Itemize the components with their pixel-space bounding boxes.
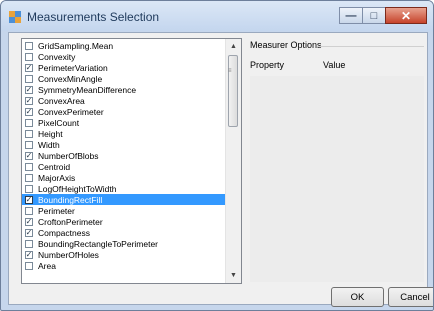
checklist-item[interactable]: BoundingRectangleToPerimeter [22, 238, 226, 249]
window-controls: — □ ✕ [339, 7, 427, 25]
checklist-item[interactable]: ✓ BoundingRectFill [22, 194, 226, 205]
checklist-item[interactable]: Width [22, 139, 226, 150]
checkbox-icon[interactable]: ✓ [25, 107, 33, 116]
checklist-item[interactable]: ✓ ConvexArea [22, 95, 226, 106]
checklist-item-label: ConvexMinAngle [38, 73, 103, 84]
checkbox-icon[interactable]: ✓ [25, 85, 33, 94]
scroll-thumb[interactable] [228, 55, 238, 127]
checklist-item-label: BoundingRectFill [38, 194, 103, 205]
checklist-item-label: MajorAxis [38, 172, 76, 183]
checklist-item[interactable]: Convexity [22, 51, 226, 62]
measurer-options-panel: Measurer Options Property Value [249, 38, 425, 284]
checklist-item-label: ConvexArea [38, 95, 85, 106]
checklist-item-label: NumberOfBlobs [38, 150, 99, 161]
minimize-icon: — [345, 9, 357, 22]
dialog-body: GridSampling.Mean Convexity ✓ PerimeterVari… [8, 32, 433, 307]
checkbox-icon[interactable]: ✓ [25, 151, 33, 160]
checklist-item[interactable]: Perimeter [22, 205, 226, 216]
checklist-scrollbar[interactable]: ▲ ≡ ▼ [225, 39, 241, 283]
ok-button[interactable]: OK [331, 287, 384, 307]
checklist-item[interactable]: ✓ Compactness [22, 227, 226, 238]
checkbox-icon[interactable] [25, 74, 33, 83]
checkbox-icon[interactable]: ✓ [25, 96, 33, 105]
checklist-item-label: CroftonPerimeter [38, 216, 103, 227]
app-icon [9, 11, 21, 23]
scroll-down-icon[interactable]: ▼ [226, 268, 241, 283]
property-column-header: Property [250, 60, 285, 70]
checkbox-icon[interactable] [25, 162, 33, 171]
checklist-item-label: PerimeterVariation [38, 62, 108, 73]
checkbox-icon[interactable] [25, 129, 33, 138]
maximize-icon: □ [370, 9, 378, 22]
checklist-item[interactable]: ✓ NumberOfBlobs [22, 150, 226, 161]
checklist-item-label: LogOfHeightToWidth [38, 183, 117, 194]
checklist-item-label: BoundingRectangleToPerimeter [38, 238, 159, 249]
dialog-window: Measurements Selection — □ ✕ GridSamplin… [0, 0, 434, 311]
checkbox-icon[interactable]: ✓ [25, 250, 33, 259]
checklist-item[interactable]: GridSampling.Mean [22, 40, 226, 51]
options-divider [317, 46, 424, 47]
checklist-item[interactable]: ✓ PerimeterVariation [22, 62, 226, 73]
checklist-item-label: Height [38, 128, 63, 139]
maximize-button[interactable]: □ [362, 7, 386, 24]
checkbox-icon[interactable]: ✓ [25, 63, 33, 72]
checklist-item-label: PixelCount [38, 117, 80, 128]
checklist-item[interactable]: PixelCount [22, 117, 226, 128]
panel-splitter[interactable] [244, 38, 247, 284]
checkbox-icon[interactable] [25, 261, 33, 270]
checklist-item-label: Convexity [38, 51, 76, 62]
checkbox-icon[interactable] [25, 140, 33, 149]
property-grid-header: Property Value [250, 60, 424, 74]
scroll-grip-icon: ≡ [228, 68, 232, 74]
checklist-item[interactable]: MajorAxis [22, 172, 226, 183]
checklist-item-label: NumberOfHoles [38, 249, 99, 260]
checkbox-icon[interactable]: ✓ [25, 228, 33, 237]
checklist-item[interactable]: Height [22, 128, 226, 139]
checkbox-icon[interactable] [25, 173, 33, 182]
close-icon: ✕ [400, 8, 412, 23]
checklist-item[interactable]: Area [22, 260, 226, 271]
checklist-item[interactable]: ✓ SymmetryMeanDifference [22, 84, 226, 95]
checklist-item[interactable]: ✓ ConvexPerimeter [22, 106, 226, 117]
checklist-item[interactable]: ✓ CroftonPerimeter [22, 216, 226, 227]
window-title: Measurements Selection [27, 10, 160, 24]
close-button[interactable]: ✕ [385, 7, 427, 24]
checklist-items: GridSampling.Mean Convexity ✓ PerimeterVari… [22, 40, 226, 271]
checklist-item-label: GridSampling.Mean [38, 40, 114, 51]
checklist-item-label: Compactness [38, 227, 90, 238]
checklist-item[interactable]: ConvexMinAngle [22, 73, 226, 84]
checkbox-icon[interactable]: ✓ [25, 195, 33, 204]
checklist-item-label: Width [38, 139, 60, 150]
checklist-item[interactable]: LogOfHeightToWidth [22, 183, 226, 194]
checklist-item[interactable]: Centroid [22, 161, 226, 172]
checklist-item-label: Perimeter [38, 205, 75, 216]
scroll-up-icon[interactable]: ▲ [226, 39, 241, 54]
title-bar[interactable]: Measurements Selection — □ ✕ [1, 1, 433, 31]
options-title: Measurer Options [250, 40, 322, 50]
checkbox-icon[interactable] [25, 206, 33, 215]
checkbox-icon[interactable] [25, 41, 33, 50]
measurements-checklist[interactable]: GridSampling.Mean Convexity ✓ PerimeterVari… [21, 38, 242, 284]
property-grid[interactable] [250, 76, 424, 282]
checklist-item-label: ConvexPerimeter [38, 106, 104, 117]
cancel-button[interactable]: Cancel [388, 287, 433, 307]
checkbox-icon[interactable] [25, 118, 33, 127]
checklist-item-label: Area [38, 260, 56, 271]
checkbox-icon[interactable] [25, 184, 33, 193]
checklist-item-label: SymmetryMeanDifference [38, 84, 137, 95]
checkbox-icon[interactable]: ✓ [25, 217, 33, 226]
checkbox-icon[interactable] [25, 239, 33, 248]
checklist-item[interactable]: ✓ NumberOfHoles [22, 249, 226, 260]
minimize-button[interactable]: — [339, 7, 363, 24]
checkbox-icon[interactable] [25, 52, 33, 61]
checklist-item-label: Centroid [38, 161, 71, 172]
value-column-header: Value [323, 60, 346, 70]
